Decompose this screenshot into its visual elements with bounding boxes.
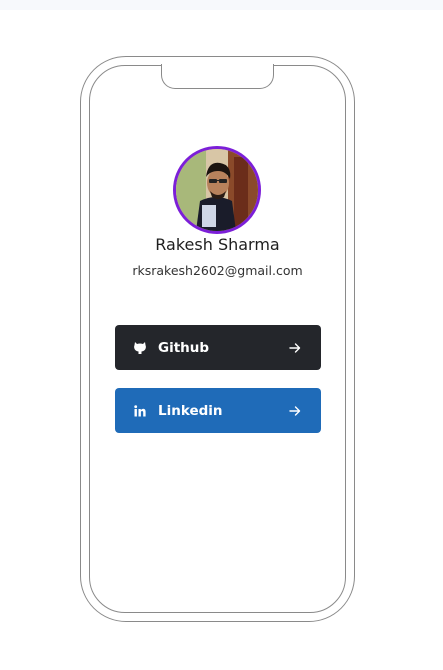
linkedin-link-button[interactable]: Linkedin <box>115 388 321 433</box>
avatar-photo <box>176 149 258 231</box>
arrow-right-icon <box>288 404 302 418</box>
avatar <box>173 146 261 234</box>
profile-email: rksrakesh2602@gmail.com <box>132 263 303 278</box>
arrow-right-icon <box>288 341 302 355</box>
linkedin-icon <box>133 404 147 418</box>
github-link-label: Github <box>158 339 210 356</box>
linkedin-link-label: Linkedin <box>158 402 223 419</box>
github-icon <box>133 341 147 355</box>
github-link-button[interactable]: Github <box>115 325 321 370</box>
phone-notch <box>161 64 274 89</box>
profile-name: Rakesh Sharma <box>155 235 280 254</box>
top-bar <box>0 0 443 10</box>
